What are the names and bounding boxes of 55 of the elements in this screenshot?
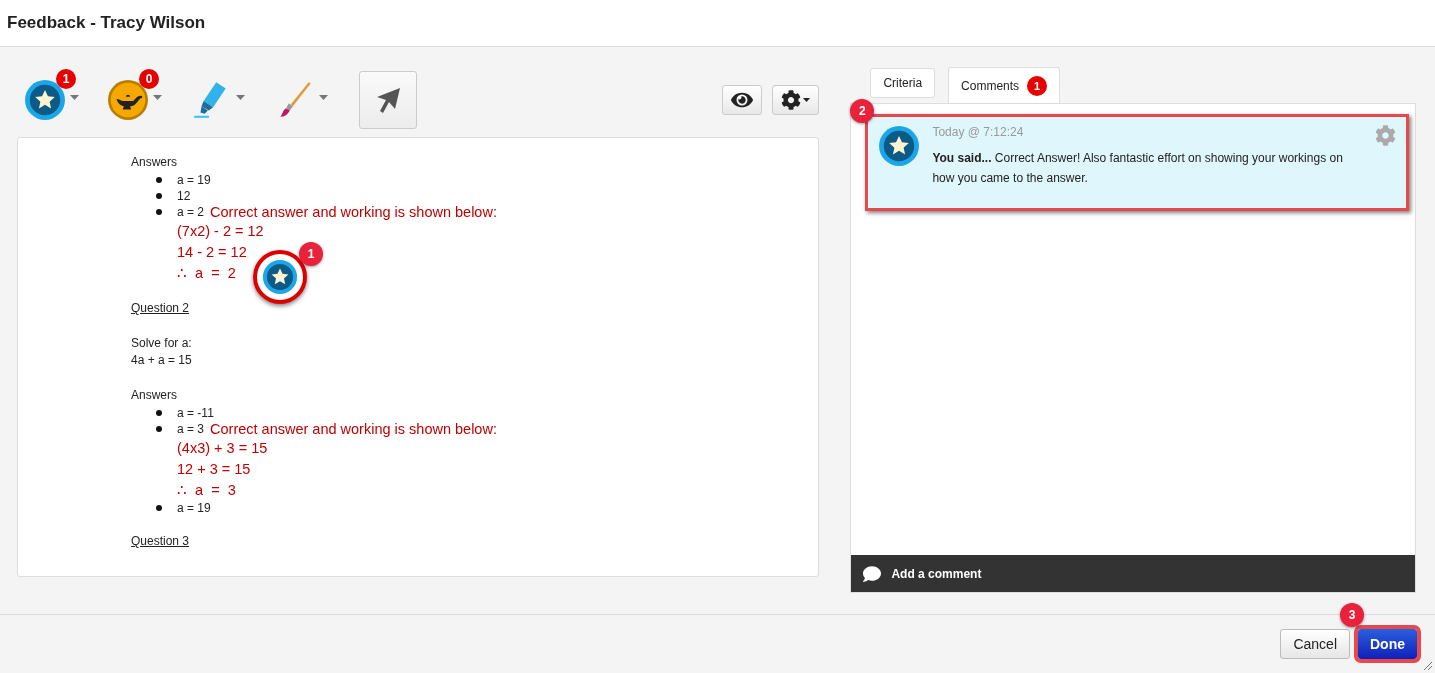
answer-text: a = 19 <box>177 173 211 187</box>
count-badge: 1 <box>56 69 76 89</box>
working-text: 14 - 2 = 12 <box>177 243 247 260</box>
star-badge-icon <box>262 259 298 295</box>
comment-text: You said... Correct Answer! Also fantastic effort on showing your workings on how you came to the answer. <box>932 150 1344 187</box>
answer-text: a = 2 <box>177 205 205 219</box>
caret-icon <box>70 95 79 100</box>
working-text: (4x3) + 3 = 15 <box>177 439 268 456</box>
callout-number: 1 <box>299 242 323 266</box>
count-badge: 0 <box>139 69 159 89</box>
cancel-button[interactable]: Cancel <box>1280 629 1350 659</box>
answer-text: a = 19 <box>177 501 211 515</box>
caret-icon <box>803 98 811 102</box>
callout-number: 2 <box>850 99 875 123</box>
bullet-dot <box>156 177 162 183</box>
answer-text: a = 3 <box>177 422 205 436</box>
bullet-dot <box>156 505 162 511</box>
tab[interactable]: Criteria <box>870 68 936 98</box>
tool-button[interactable] <box>359 71 417 129</box>
bullet-dot <box>156 209 162 215</box>
bullet-dot <box>156 426 162 432</box>
question-heading: Question 2 <box>131 301 190 315</box>
working-text: (7x2) - 2 = 12 <box>177 222 264 239</box>
settings-button[interactable] <box>772 85 820 115</box>
caret-icon <box>319 95 328 100</box>
view-button[interactable] <box>722 85 763 115</box>
feedback-note: Correct answer and working is shown below: <box>210 204 497 220</box>
working-text: ∴ a = 2 <box>177 264 236 281</box>
resize-grip-icon <box>1421 659 1433 671</box>
settings-icon <box>781 90 802 110</box>
working-text: ∴ a = 3 <box>177 481 236 498</box>
caret-icon <box>236 95 245 100</box>
tool-button[interactable]: 0 <box>100 71 169 129</box>
add-comment-button[interactable]: Add a comment <box>851 555 1415 592</box>
caret-icon <box>153 95 162 100</box>
tool-button[interactable]: 1 <box>17 71 86 129</box>
feedback-note: Correct answer and working is shown below: <box>210 421 497 437</box>
tab[interactable]: Comments 1 <box>948 67 1061 104</box>
answer-text: 4a + a = 15 <box>131 353 192 367</box>
callout-number: 3 <box>1340 603 1364 627</box>
speech-bubble-icon <box>863 564 882 583</box>
placed-stamp[interactable] <box>253 250 307 304</box>
answer-text: 12 <box>177 189 191 203</box>
bullet-dot <box>156 193 162 199</box>
answer-text: a = -11 <box>177 406 214 420</box>
comment-time: Today @ 7:12:24 <box>932 125 1025 139</box>
answer-text: Answers <box>131 155 177 169</box>
window-title: Feedback - Tracy Wilson <box>7 13 206 33</box>
count-badge: 1 <box>1027 76 1048 96</box>
question-heading: Question 3 <box>131 534 190 548</box>
answer-text: Solve for a: <box>131 336 192 350</box>
working-text: 12 + 3 = 15 <box>177 460 251 477</box>
star-badge-icon <box>878 125 921 167</box>
answer-text: Answers <box>131 388 177 402</box>
bullet-dot <box>156 410 162 416</box>
